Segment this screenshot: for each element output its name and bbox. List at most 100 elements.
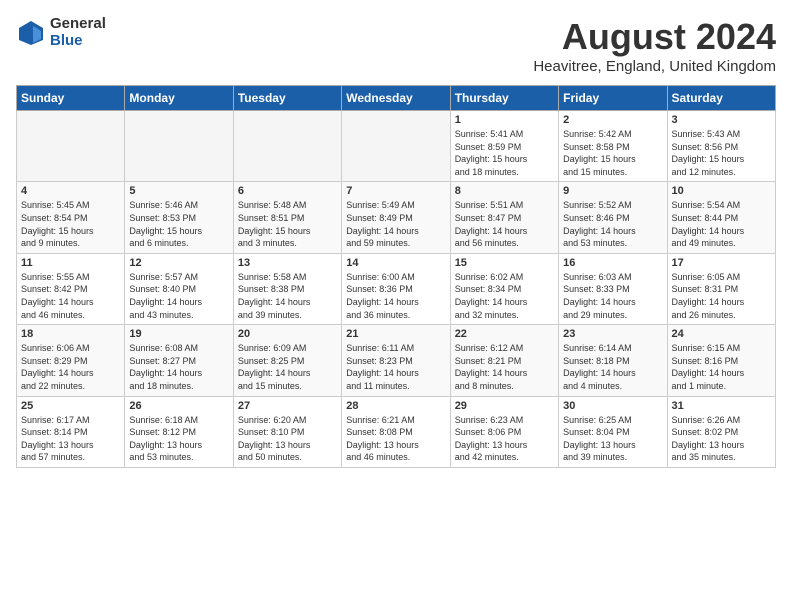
header-row: SundayMondayTuesdayWednesdayThursdayFrid…: [17, 86, 776, 111]
calendar-cell: 27 Sunrise: 6:20 AM Sunset: 8:10 PM Dayli…: [233, 396, 341, 467]
week-row-5: 25 Sunrise: 6:17 AM Sunset: 8:14 PM Dayli…: [17, 396, 776, 467]
logo-icon: [16, 18, 46, 48]
calendar-cell: 6 Sunrise: 5:48 AM Sunset: 8:51 PM Daylig…: [233, 182, 341, 253]
day-info: Sunrise: 6:11 AM Sunset: 8:23 PM Dayligh…: [346, 342, 445, 392]
day-number: 8: [455, 185, 554, 197]
day-number: 19: [129, 328, 228, 340]
month-title: August 2024: [533, 16, 776, 58]
calendar-cell: 3Sunrise: 5:43 AM Sunset: 8:56 PM Daylig…: [667, 111, 775, 182]
day-info: Sunrise: 6:08 AM Sunset: 8:27 PM Dayligh…: [129, 342, 228, 392]
day-number: 30: [563, 400, 662, 412]
day-number: 6: [238, 185, 337, 197]
calendar-cell: [125, 111, 233, 182]
week-row-1: 1 Sunrise: 5:41 AM Sunset: 8:59 PM Daylig…: [17, 111, 776, 182]
logo-text: General Blue: [50, 16, 106, 49]
day-number: 22: [455, 328, 554, 340]
calendar-cell: [342, 111, 450, 182]
title-block: August 2024 Heavitree, England, United K…: [533, 16, 776, 75]
day-number: 18: [21, 328, 120, 340]
day-number: 26: [129, 400, 228, 412]
calendar-cell: 29Sunrise: 6:23 AM Sunset: 8:06 PM Dayli…: [450, 396, 558, 467]
col-header-thursday: Thursday: [450, 86, 558, 111]
logo-blue-text: Blue: [50, 33, 106, 50]
calendar-body: 1 Sunrise: 5:41 AM Sunset: 8:59 PM Daylig…: [17, 111, 776, 468]
day-number: 17: [672, 257, 771, 269]
calendar-cell: 25 Sunrise: 6:17 AM Sunset: 8:14 PM Dayli…: [17, 396, 125, 467]
calendar-cell: 31Sunrise: 6:26 AM Sunset: 8:02 PM Dayli…: [667, 396, 775, 467]
day-number: 5: [129, 185, 228, 197]
day-info: Sunrise: 5:58 AM Sunset: 8:38 PM Dayligh…: [238, 271, 337, 321]
day-info: Sunrise: 6:21 AM Sunset: 8:08 PM Dayligh…: [346, 414, 445, 464]
col-header-sunday: Sunday: [17, 86, 125, 111]
col-header-friday: Friday: [559, 86, 667, 111]
calendar-cell: 11 Sunrise: 5:55 AM Sunset: 8:42 PM Dayli…: [17, 253, 125, 324]
calendar-cell: 20 Sunrise: 6:09 AM Sunset: 8:25 PM Dayli…: [233, 325, 341, 396]
col-header-wednesday: Wednesday: [342, 86, 450, 111]
day-info: Sunrise: 6:06 AM Sunset: 8:29 PM Dayligh…: [21, 342, 120, 392]
day-number: 29: [455, 400, 554, 412]
day-info: Sunrise: 6:26 AM Sunset: 8:02 PM Dayligh…: [672, 414, 771, 464]
day-info: Sunrise: 5:46 AM Sunset: 8:53 PM Dayligh…: [129, 199, 228, 249]
day-number: 10: [672, 185, 771, 197]
calendar-table: SundayMondayTuesdayWednesdayThursdayFrid…: [16, 85, 776, 468]
calendar-cell: 9Sunrise: 5:52 AM Sunset: 8:46 PM Daylig…: [559, 182, 667, 253]
calendar-cell: 18 Sunrise: 6:06 AM Sunset: 8:29 PM Dayli…: [17, 325, 125, 396]
calendar-cell: 1 Sunrise: 5:41 AM Sunset: 8:59 PM Daylig…: [450, 111, 558, 182]
day-info: Sunrise: 6:05 AM Sunset: 8:31 PM Dayligh…: [672, 271, 771, 321]
day-info: Sunrise: 6:17 AM Sunset: 8:14 PM Dayligh…: [21, 414, 120, 464]
day-info: Sunrise: 6:09 AM Sunset: 8:25 PM Dayligh…: [238, 342, 337, 392]
logo: General Blue: [16, 16, 106, 49]
calendar-cell: 10 Sunrise: 5:54 AM Sunset: 8:44 PM Dayli…: [667, 182, 775, 253]
day-info: Sunrise: 5:42 AM Sunset: 8:58 PM Dayligh…: [563, 128, 662, 178]
calendar-cell: 19 Sunrise: 6:08 AM Sunset: 8:27 PM Dayli…: [125, 325, 233, 396]
day-info: Sunrise: 6:14 AM Sunset: 8:18 PM Dayligh…: [563, 342, 662, 392]
day-number: 16: [563, 257, 662, 269]
day-number: 27: [238, 400, 337, 412]
location: Heavitree, England, United Kingdom: [533, 58, 776, 75]
day-number: 2: [563, 114, 662, 126]
day-info: Sunrise: 6:12 AM Sunset: 8:21 PM Dayligh…: [455, 342, 554, 392]
logo-general-text: General: [50, 16, 106, 33]
day-info: Sunrise: 6:20 AM Sunset: 8:10 PM Dayligh…: [238, 414, 337, 464]
day-info: Sunrise: 5:48 AM Sunset: 8:51 PM Dayligh…: [238, 199, 337, 249]
day-number: 11: [21, 257, 120, 269]
day-number: 15: [455, 257, 554, 269]
day-info: Sunrise: 6:02 AM Sunset: 8:34 PM Dayligh…: [455, 271, 554, 321]
day-number: 23: [563, 328, 662, 340]
calendar-cell: 7 Sunrise: 5:49 AM Sunset: 8:49 PM Daylig…: [342, 182, 450, 253]
day-info: Sunrise: 6:00 AM Sunset: 8:36 PM Dayligh…: [346, 271, 445, 321]
calendar-cell: 4Sunrise: 5:45 AM Sunset: 8:54 PM Daylig…: [17, 182, 125, 253]
day-info: Sunrise: 6:15 AM Sunset: 8:16 PM Dayligh…: [672, 342, 771, 392]
calendar-cell: 14Sunrise: 6:00 AM Sunset: 8:36 PM Dayli…: [342, 253, 450, 324]
day-info: Sunrise: 5:41 AM Sunset: 8:59 PM Dayligh…: [455, 128, 554, 178]
day-number: 1: [455, 114, 554, 126]
week-row-3: 11 Sunrise: 5:55 AM Sunset: 8:42 PM Dayli…: [17, 253, 776, 324]
day-info: Sunrise: 5:49 AM Sunset: 8:49 PM Dayligh…: [346, 199, 445, 249]
calendar-cell: 24 Sunrise: 6:15 AM Sunset: 8:16 PM Dayli…: [667, 325, 775, 396]
day-info: Sunrise: 5:45 AM Sunset: 8:54 PM Dayligh…: [21, 199, 120, 249]
calendar-cell: 17 Sunrise: 6:05 AM Sunset: 8:31 PM Dayli…: [667, 253, 775, 324]
calendar-cell: 28 Sunrise: 6:21 AM Sunset: 8:08 PM Dayli…: [342, 396, 450, 467]
calendar-cell: 23 Sunrise: 6:14 AM Sunset: 8:18 PM Dayli…: [559, 325, 667, 396]
col-header-saturday: Saturday: [667, 86, 775, 111]
day-info: Sunrise: 5:55 AM Sunset: 8:42 PM Dayligh…: [21, 271, 120, 321]
calendar-cell: 15 Sunrise: 6:02 AM Sunset: 8:34 PM Dayli…: [450, 253, 558, 324]
day-info: Sunrise: 5:54 AM Sunset: 8:44 PM Dayligh…: [672, 199, 771, 249]
day-number: 28: [346, 400, 445, 412]
calendar-cell: 8Sunrise: 5:51 AM Sunset: 8:47 PM Daylig…: [450, 182, 558, 253]
header: General Blue August 2024 Heavitree, Engl…: [16, 16, 776, 75]
day-number: 20: [238, 328, 337, 340]
calendar-cell: 21 Sunrise: 6:11 AM Sunset: 8:23 PM Dayli…: [342, 325, 450, 396]
day-number: 24: [672, 328, 771, 340]
day-info: Sunrise: 5:57 AM Sunset: 8:40 PM Dayligh…: [129, 271, 228, 321]
day-info: Sunrise: 6:03 AM Sunset: 8:33 PM Dayligh…: [563, 271, 662, 321]
day-info: Sunrise: 6:25 AM Sunset: 8:04 PM Dayligh…: [563, 414, 662, 464]
col-header-tuesday: Tuesday: [233, 86, 341, 111]
day-info: Sunrise: 6:18 AM Sunset: 8:12 PM Dayligh…: [129, 414, 228, 464]
week-row-4: 18 Sunrise: 6:06 AM Sunset: 8:29 PM Dayli…: [17, 325, 776, 396]
calendar-cell: 16 Sunrise: 6:03 AM Sunset: 8:33 PM Dayli…: [559, 253, 667, 324]
day-number: 25: [21, 400, 120, 412]
day-number: 7: [346, 185, 445, 197]
day-number: 21: [346, 328, 445, 340]
day-number: 13: [238, 257, 337, 269]
